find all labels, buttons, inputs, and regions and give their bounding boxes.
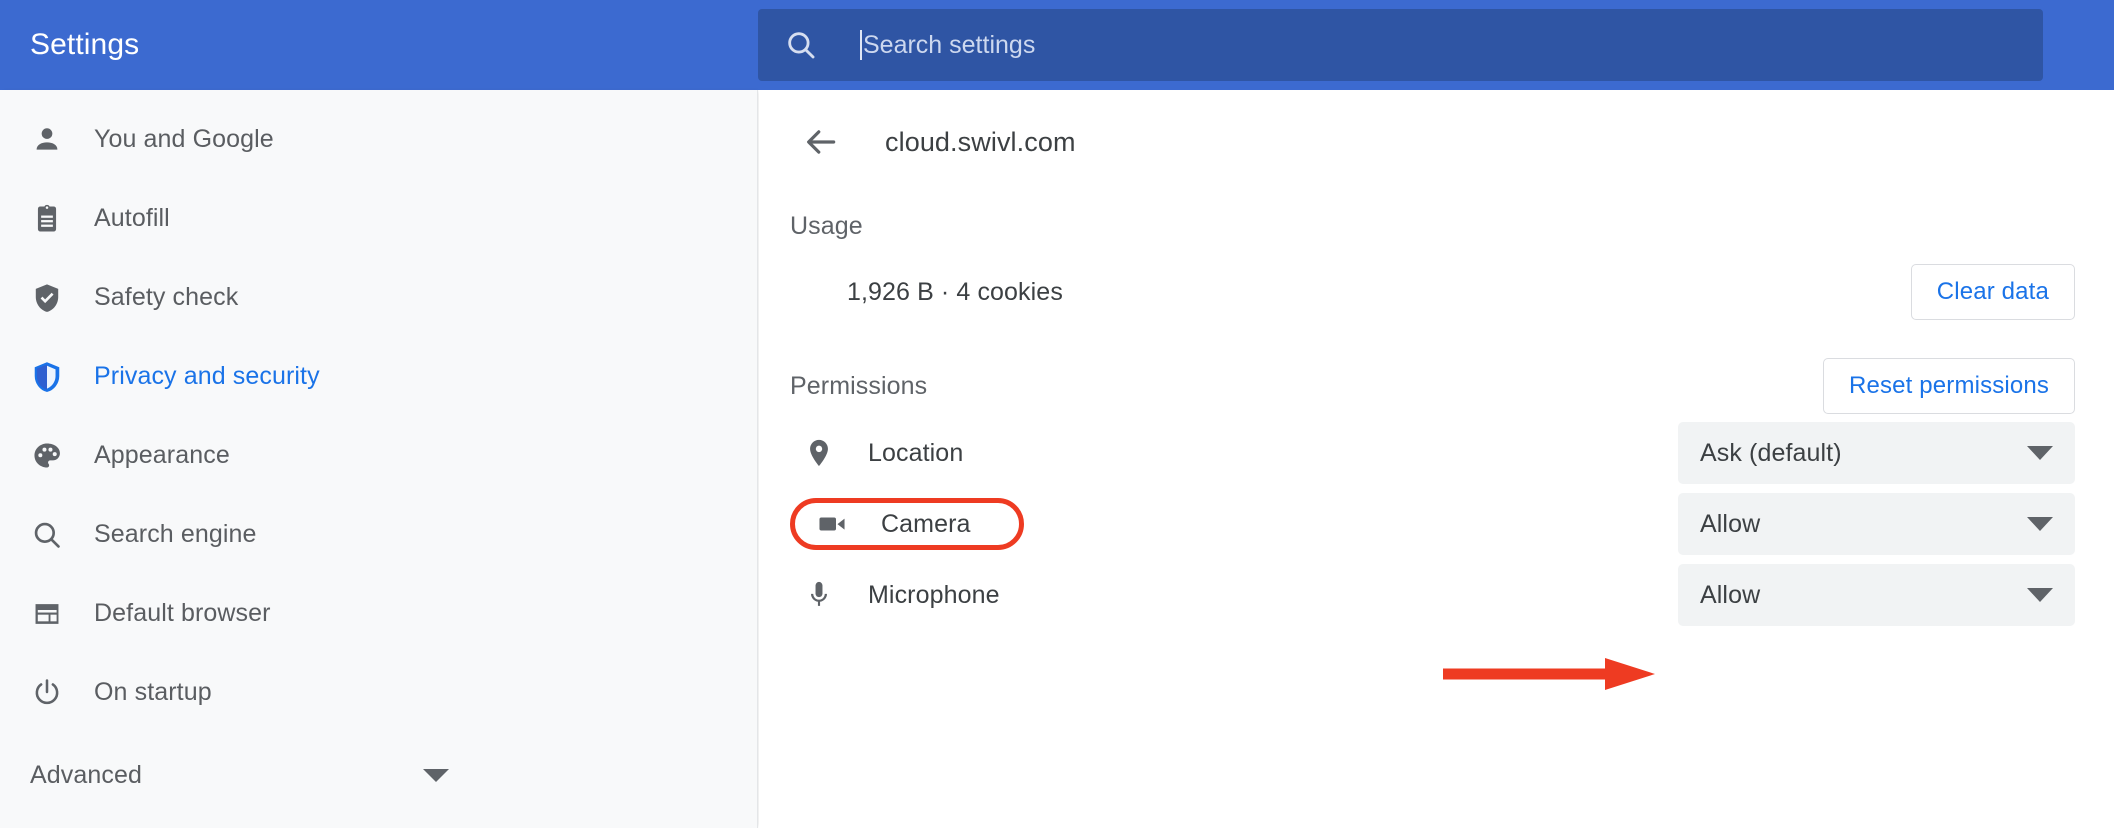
permission-select-microphone[interactable]: Allow (1678, 564, 2075, 626)
browser-window-icon (30, 597, 64, 631)
chevron-down-icon (423, 768, 449, 782)
page-title-settings: Settings (30, 28, 140, 61)
sidebar-item-label: Appearance (94, 441, 230, 469)
clipboard-icon (30, 202, 64, 236)
sidebar-item-autofill[interactable]: Autofill (0, 179, 757, 258)
chevron-down-icon (2027, 588, 2053, 602)
sidebar-item-advanced[interactable]: Advanced (0, 746, 757, 804)
sidebar-item-appearance[interactable]: Appearance (0, 416, 757, 495)
sidebar-item-label: On startup (94, 678, 212, 706)
sidebar: You and Google Autofill Safety check Pri… (0, 90, 758, 828)
microphone-icon (802, 578, 836, 612)
clear-data-button[interactable]: Clear data (1910, 264, 2075, 320)
permissions-section-label: Permissions (790, 371, 928, 400)
permission-select-value: Allow (1700, 509, 1761, 538)
chevron-down-icon (2027, 446, 2053, 460)
search-icon (784, 28, 818, 62)
sidebar-item-search-engine[interactable]: Search engine (0, 495, 757, 574)
person-icon (30, 123, 64, 157)
sidebar-item-label: Privacy and security (94, 362, 320, 390)
sidebar-item-default-browser[interactable]: Default browser (0, 574, 757, 653)
permissions-section-header: Permissions Reset permissions (759, 355, 2114, 417)
usage-section-label: Usage (790, 212, 863, 240)
palette-icon (30, 439, 64, 473)
shield-check-icon (30, 281, 64, 315)
sidebar-item-label: Autofill (94, 204, 170, 232)
sidebar-item-you-and-google[interactable]: You and Google (0, 100, 757, 179)
sidebar-item-label: Safety check (94, 283, 239, 311)
permission-label: Camera (881, 509, 971, 538)
page-header: cloud.swivl.com (759, 90, 2114, 194)
power-icon (30, 676, 64, 710)
permission-row-camera: Camera Allow (759, 488, 2114, 560)
chevron-down-icon (2027, 517, 2053, 531)
brand-zone: Settings (0, 0, 758, 90)
usage-section-header: Usage (759, 212, 2114, 241)
back-arrow-icon[interactable] (802, 123, 840, 161)
sidebar-item-label: Search engine (94, 520, 257, 548)
shield-privacy-icon (30, 360, 64, 394)
sidebar-nav-list: You and Google Autofill Safety check Pri… (0, 90, 757, 732)
sidebar-item-privacy-and-security[interactable]: Privacy and security (0, 337, 757, 416)
sidebar-advanced-label: Advanced (30, 760, 142, 789)
permission-select-camera[interactable]: Allow (1678, 493, 2075, 555)
permission-row-microphone: Microphone Allow (759, 559, 2114, 631)
site-title: cloud.swivl.com (885, 126, 1076, 157)
search-caret (860, 30, 862, 60)
search-zone: Search settings (758, 0, 2114, 90)
permission-select-value: Allow (1700, 580, 1761, 609)
sidebar-item-label: Default browser (94, 599, 271, 627)
main-content: cloud.swivl.com Usage 1,926 B · 4 cookie… (759, 90, 2114, 828)
permission-label: Microphone (868, 580, 1000, 609)
permission-select-location[interactable]: Ask (default) (1678, 422, 2075, 484)
search-icon (30, 518, 64, 552)
top-bar: Settings Search settings (0, 0, 2114, 90)
permission-label-group-highlighted: Camera (790, 498, 1024, 550)
reset-permissions-button[interactable]: Reset permissions (1823, 358, 2075, 414)
permission-row-location: Location Ask (default) (759, 417, 2114, 489)
permission-label-group: Microphone (790, 569, 1018, 621)
permission-label: Location (868, 438, 964, 467)
search-input[interactable]: Search settings (758, 9, 2043, 81)
video-camera-icon (815, 507, 849, 541)
permission-select-value: Ask (default) (1700, 438, 1842, 467)
location-pin-icon (802, 436, 836, 470)
permission-label-group: Location (790, 427, 981, 479)
usage-row: 1,926 B · 4 cookies Clear data (759, 255, 2114, 329)
settings-page: Settings Search settings You and Google … (0, 0, 2114, 828)
sidebar-item-on-startup[interactable]: On startup (0, 653, 757, 732)
usage-detail-text: 1,926 B · 4 cookies (847, 277, 1063, 306)
sidebar-item-safety-check[interactable]: Safety check (0, 258, 757, 337)
sidebar-item-label: You and Google (94, 125, 274, 153)
search-placeholder: Search settings (863, 30, 1036, 59)
